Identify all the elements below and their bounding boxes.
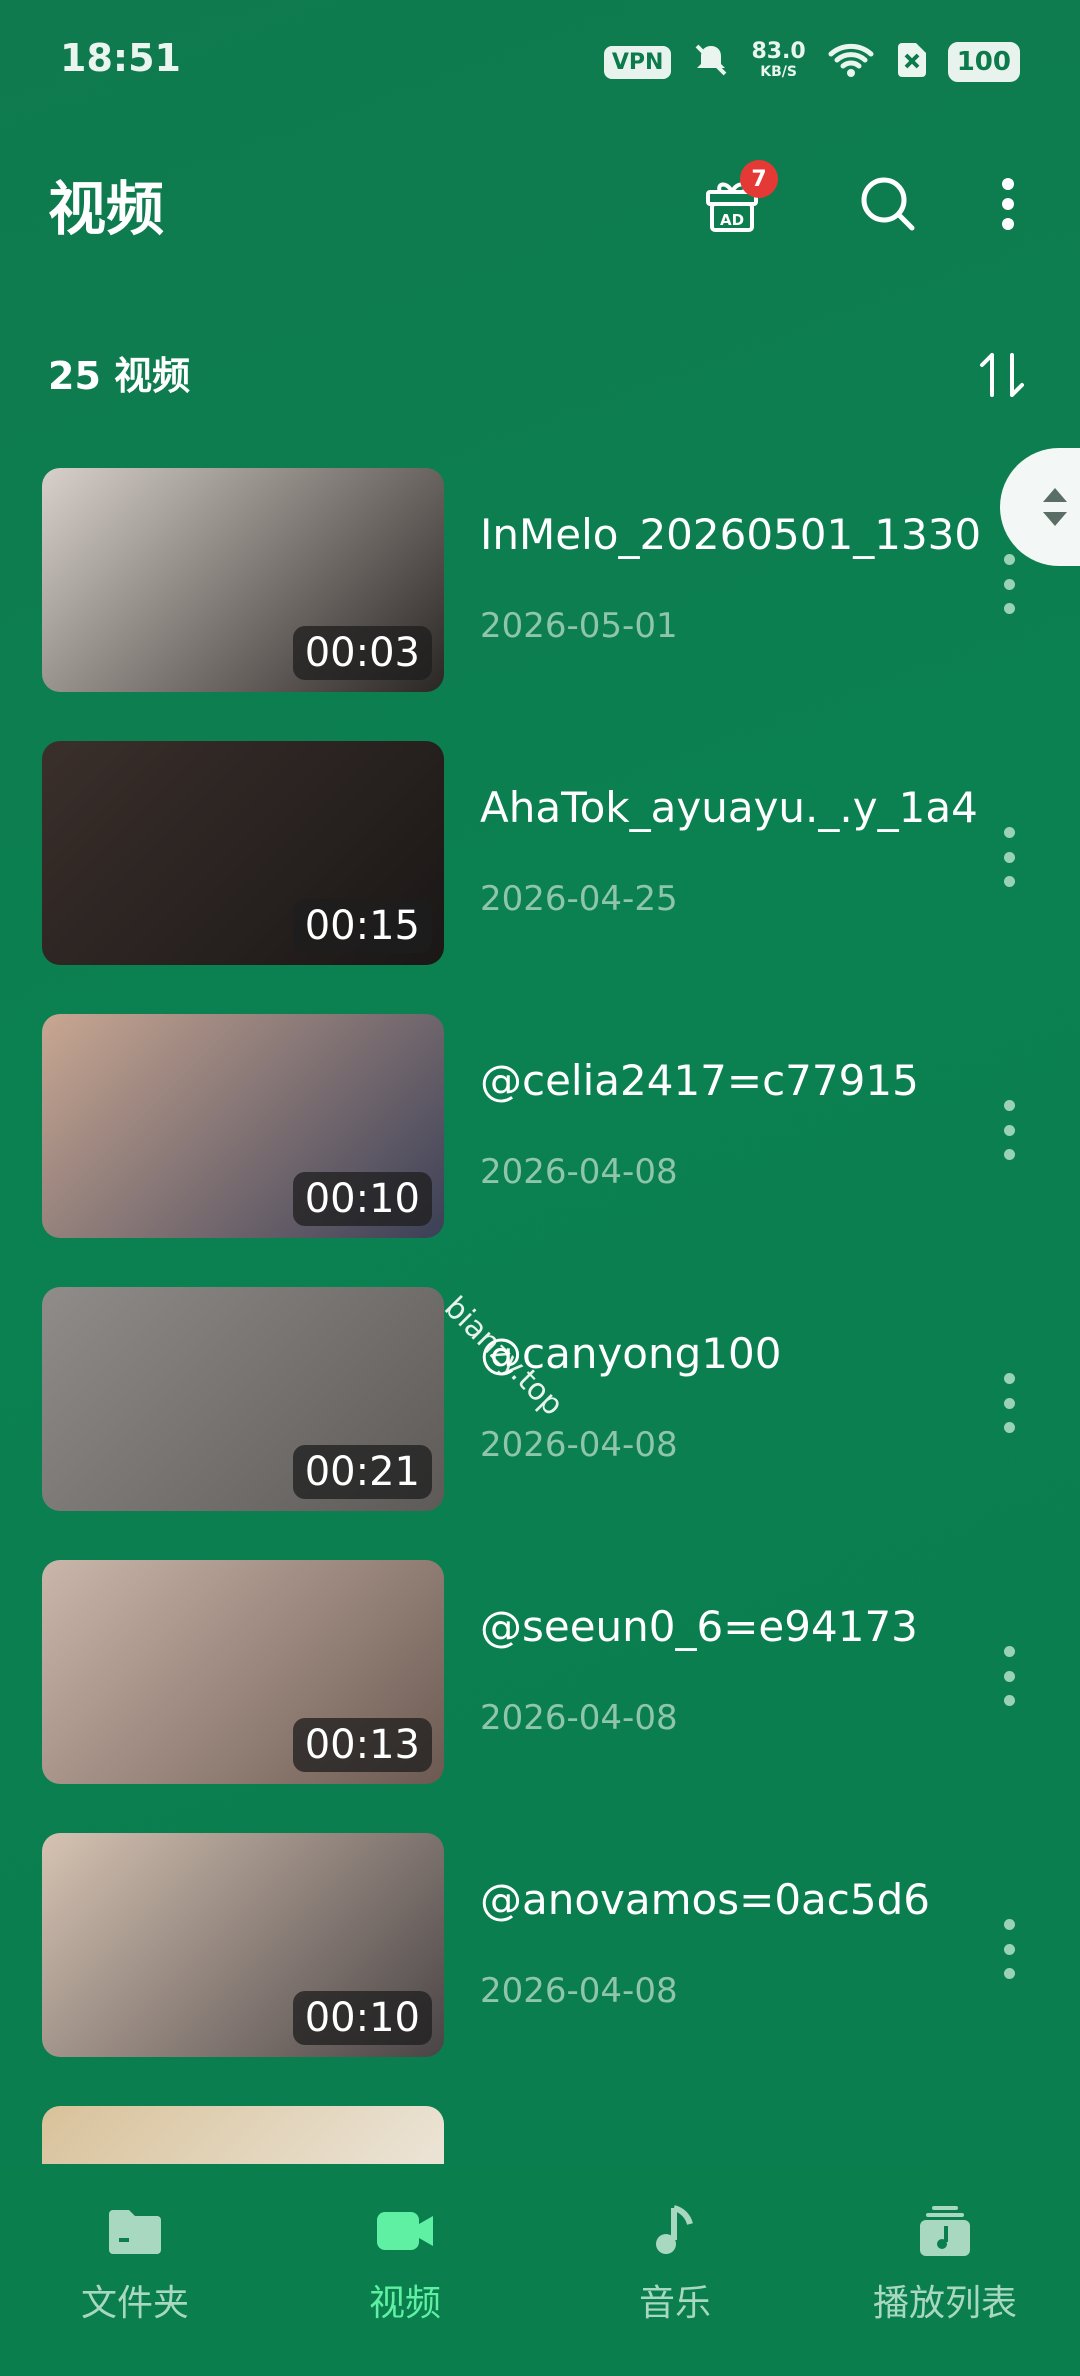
wifi-icon xyxy=(826,40,876,84)
sort-button[interactable] xyxy=(972,345,1032,405)
notification-badge: 7 xyxy=(740,160,778,198)
video-list-item[interactable]: 00:03 InMelo_20260501_1330 2026-05-01 xyxy=(0,468,1080,692)
bottom-navigation: 文件夹 视频 音乐 播放列表 xyxy=(0,2164,1080,2376)
more-options-icon[interactable] xyxy=(994,1100,1024,1160)
video-title: AhaTok_ayuayu._.y_1a4 xyxy=(480,783,978,832)
video-date: 2026-04-25 xyxy=(480,879,678,919)
video-title: @seeun0_6=e94173 xyxy=(480,1602,918,1651)
video-thumbnail[interactable]: 00:10 xyxy=(42,1014,444,1238)
app-bar: 视频 AD 7 xyxy=(0,140,1080,270)
playlist-icon xyxy=(916,2204,974,2262)
overflow-menu-button[interactable] xyxy=(968,166,1048,246)
video-date: 2026-04-08 xyxy=(480,1971,678,2011)
no-sim-icon xyxy=(896,41,928,83)
more-options-icon[interactable] xyxy=(994,827,1024,887)
video-list-item[interactable]: 00:10 @anovamos=0ac5d6 2026-04-08 xyxy=(0,1833,1080,2057)
video-date: 2026-05-01 xyxy=(480,606,678,646)
video-list-item[interactable]: 00:15 AhaTok_ayuayu._.y_1a4 2026-04-25 xyxy=(0,741,1080,965)
video-list-item[interactable]: 00:10 @celia2417=c77915 2026-04-08 xyxy=(0,1014,1080,1238)
nav-music-label: 音乐 xyxy=(638,2283,711,2324)
music-note-icon xyxy=(648,2204,702,2262)
video-duration: 00:21 xyxy=(292,1445,432,1499)
status-time: 18:51 xyxy=(60,36,181,80)
nav-playlists-label: 播放列表 xyxy=(872,2283,1017,2324)
video-duration: 00:13 xyxy=(292,1718,432,1772)
nav-folders-label: 文件夹 xyxy=(80,2283,189,2324)
video-date: 2026-04-08 xyxy=(480,1425,678,1465)
video-date: 2026-04-08 xyxy=(480,1698,678,1738)
search-icon xyxy=(858,174,918,238)
status-icons: VPN 83.0 KB/S 100 xyxy=(603,39,1020,84)
folder-icon xyxy=(105,2204,165,2262)
status-bar: 18:51 VPN 83.0 KB/S 100 xyxy=(0,0,1080,130)
video-duration: 00:03 xyxy=(292,626,432,680)
video-thumbnail[interactable]: 00:10 xyxy=(42,1833,444,2057)
video-duration: 00:10 xyxy=(292,1991,432,2045)
mute-icon xyxy=(691,40,731,84)
more-options-icon[interactable] xyxy=(994,1373,1024,1433)
video-thumbnail[interactable]: 00:13 xyxy=(42,1560,444,1784)
ad-gift-button[interactable]: AD 7 xyxy=(692,160,778,246)
nav-music[interactable]: 音乐 xyxy=(540,2204,810,2326)
video-thumbnail[interactable] xyxy=(42,2106,444,2164)
nav-videos[interactable]: 视频 xyxy=(270,2204,540,2326)
video-list: 00:03 InMelo_20260501_1330 2026-05-01 00:15… xyxy=(0,468,1080,2164)
video-list-item[interactable] xyxy=(0,2106,1080,2164)
network-speed: 83.0 KB/S xyxy=(751,39,806,81)
nav-videos-label: 视频 xyxy=(368,2283,441,2324)
video-camera-icon xyxy=(373,2204,437,2262)
video-duration: 00:15 xyxy=(292,899,432,953)
sort-icon xyxy=(972,353,1032,409)
video-thumbnail[interactable]: 00:15 xyxy=(42,741,444,965)
nav-folders[interactable]: 文件夹 xyxy=(0,2204,270,2326)
video-count: 25 视频 xyxy=(48,354,191,398)
more-vertical-icon xyxy=(998,176,1018,236)
video-count-row: 25 视频 xyxy=(48,345,1032,405)
video-thumbnail[interactable]: 00:21 xyxy=(42,1287,444,1511)
video-title: InMelo_20260501_1330 xyxy=(480,510,982,559)
video-date: 2026-04-08 xyxy=(480,1152,678,1192)
video-thumbnail[interactable]: 00:03 xyxy=(42,468,444,692)
battery-indicator: 100 xyxy=(947,42,1020,82)
more-options-icon[interactable] xyxy=(994,554,1024,614)
svg-text:AD: AD xyxy=(720,211,744,229)
vpn-indicator: VPN xyxy=(603,45,672,79)
video-list-item[interactable]: 00:13 @seeun0_6=e94173 2026-04-08 xyxy=(0,1560,1080,1784)
video-duration: 00:10 xyxy=(292,1172,432,1226)
more-options-icon[interactable] xyxy=(994,1646,1024,1706)
search-button[interactable] xyxy=(848,166,928,246)
more-options-icon[interactable] xyxy=(994,1919,1024,1979)
video-title: @celia2417=c77915 xyxy=(480,1056,919,1105)
video-title: @anovamos=0ac5d6 xyxy=(480,1875,930,1924)
page-title: 视频 xyxy=(48,175,165,243)
nav-playlists[interactable]: 播放列表 xyxy=(810,2204,1080,2326)
